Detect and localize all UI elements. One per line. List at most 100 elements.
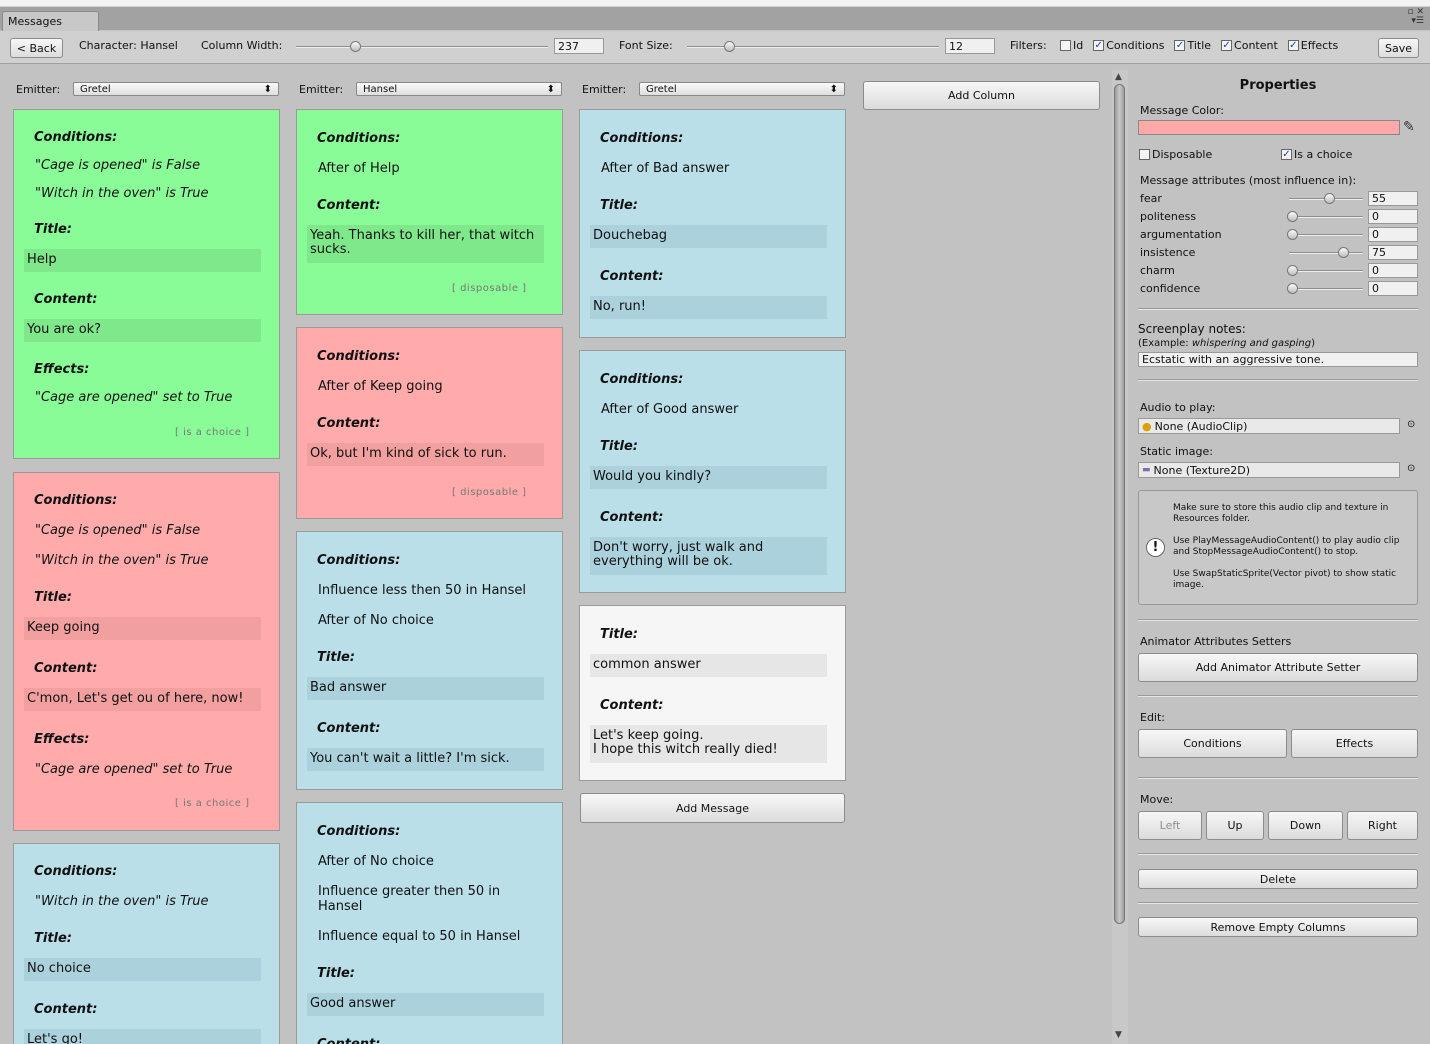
font-size-field[interactable]: 12 bbox=[945, 38, 995, 54]
emitter-dropdown[interactable]: Gretel ⬍ bbox=[73, 82, 279, 96]
content-heading: Content: bbox=[317, 416, 381, 431]
divider bbox=[1138, 619, 1418, 621]
back-button[interactable]: < Back bbox=[10, 38, 63, 58]
disposable-checkbox[interactable] bbox=[1139, 149, 1150, 160]
move-left-button[interactable]: Left bbox=[1138, 811, 1202, 840]
choice-tag: [ is a choice ] bbox=[175, 427, 250, 438]
delete-button[interactable]: Delete bbox=[1138, 869, 1418, 889]
filter-checkbox[interactable]: ✓ bbox=[1221, 40, 1233, 51]
move-right-button[interactable]: Right bbox=[1347, 811, 1418, 840]
attribute-slider-thumb[interactable] bbox=[1287, 265, 1298, 276]
attribute-value-field[interactable]: 55 bbox=[1368, 191, 1418, 206]
message-card[interactable]: Conditions: "Cage is opened" is False "W… bbox=[13, 472, 280, 831]
emitter-label: Emitter: bbox=[582, 83, 627, 96]
is-choice-checkbox[interactable]: ✓ bbox=[1281, 149, 1292, 160]
attribute-value-field[interactable]: 0 bbox=[1368, 209, 1418, 224]
attribute-slider[interactable] bbox=[1289, 234, 1363, 236]
condition-text: After of Help bbox=[318, 161, 400, 176]
audio-field[interactable]: ● None (AudioClip) bbox=[1138, 418, 1400, 434]
message-color-field[interactable] bbox=[1138, 120, 1400, 135]
attribute-slider-thumb[interactable] bbox=[1338, 247, 1349, 258]
filter-checkbox[interactable]: ✓ bbox=[1093, 40, 1105, 51]
column-width-field[interactable]: 237 bbox=[554, 38, 604, 54]
filter-checkbox[interactable] bbox=[1060, 40, 1071, 51]
tab-messages[interactable]: Messages bbox=[2, 11, 99, 31]
attribute-slider[interactable] bbox=[1289, 252, 1363, 254]
window-controls-icon[interactable]: ▫ ✕ ▾☰ bbox=[1407, 8, 1424, 26]
filter-checkbox[interactable]: ✓ bbox=[1287, 40, 1299, 51]
condition-text: Influence less then 50 in Hansel bbox=[318, 583, 527, 598]
message-card[interactable]: Conditions: "Witch in the oven" is True … bbox=[13, 843, 280, 1044]
attribute-value-field[interactable]: 75 bbox=[1368, 245, 1418, 260]
divider bbox=[1138, 853, 1418, 855]
conditions-heading: Conditions: bbox=[600, 372, 684, 387]
filter-conditions[interactable]: ✓ Conditions bbox=[1093, 39, 1164, 52]
screenplay-notes-field[interactable]: Ecstatic with an aggressive tone. bbox=[1138, 352, 1418, 367]
is-choice-toggle[interactable]: ✓ Is a choice bbox=[1281, 148, 1352, 161]
filter-label: Title bbox=[1187, 39, 1212, 52]
save-button[interactable]: Save bbox=[1378, 38, 1419, 58]
message-card[interactable]: Conditions: "Cage is opened" is False "W… bbox=[13, 109, 280, 459]
message-card[interactable]: Conditions: After of No choice Influence… bbox=[296, 802, 563, 1044]
object-picker-icon[interactable]: ⊙ bbox=[1407, 463, 1415, 474]
add-message-button[interactable]: Add Message bbox=[580, 793, 845, 823]
title-box: Keep going bbox=[24, 617, 261, 640]
message-card[interactable]: Conditions: After of Keep going Content:… bbox=[296, 327, 563, 519]
attribute-value-field[interactable]: 0 bbox=[1368, 263, 1418, 278]
content-box: Let's keep going. I hope this witch real… bbox=[590, 725, 827, 763]
column-width-slider-thumb[interactable] bbox=[350, 41, 361, 52]
edit-conditions-button[interactable]: Conditions bbox=[1138, 729, 1287, 758]
add-animator-setter-button[interactable]: Add Animator Attribute Setter bbox=[1138, 653, 1418, 682]
scrollbar-thumb[interactable] bbox=[1114, 84, 1125, 924]
message-card[interactable]: Conditions: After of Bad answer Title: D… bbox=[579, 109, 846, 338]
emitter-dropdown[interactable]: Hansel ⬍ bbox=[356, 82, 562, 96]
filter-content[interactable]: ✓ Content bbox=[1221, 39, 1278, 52]
attribute-value-field[interactable]: 0 bbox=[1368, 227, 1418, 242]
texture-icon: ▬ bbox=[1142, 465, 1151, 475]
title-box: Douchebag bbox=[590, 225, 827, 248]
message-card[interactable]: Conditions: After of Good answer Title: … bbox=[579, 350, 846, 593]
move-down-button[interactable]: Down bbox=[1268, 811, 1343, 840]
scroll-down-icon[interactable]: ▼ bbox=[1115, 1030, 1122, 1040]
image-field[interactable]: ▬ None (Texture2D) bbox=[1138, 462, 1400, 478]
title-heading: Title: bbox=[600, 198, 639, 213]
emitter-dropdown[interactable]: Gretel ⬍ bbox=[639, 82, 845, 96]
is-choice-label: Is a choice bbox=[1294, 148, 1353, 161]
message-card[interactable]: Title: common answer Content: Let's keep… bbox=[579, 605, 846, 781]
attribute-slider-thumb[interactable] bbox=[1324, 193, 1335, 204]
attribute-value-field[interactable]: 0 bbox=[1368, 281, 1418, 296]
filter-title[interactable]: ✓ Title bbox=[1174, 39, 1211, 52]
content-heading: Content: bbox=[34, 292, 98, 307]
filter-effects[interactable]: ✓ Effects bbox=[1287, 39, 1338, 52]
attribute-slider[interactable] bbox=[1289, 270, 1363, 272]
filter-checkbox[interactable]: ✓ bbox=[1174, 40, 1186, 51]
column-width-slider[interactable] bbox=[296, 46, 548, 48]
dropdown-arrow-icon: ⬍ bbox=[546, 83, 555, 95]
attribute-slider[interactable] bbox=[1289, 216, 1363, 218]
eyedropper-icon[interactable]: ✎ bbox=[1403, 119, 1415, 135]
attribute-slider-thumb[interactable] bbox=[1287, 283, 1298, 294]
add-column-button[interactable]: Add Column bbox=[863, 81, 1100, 110]
disposable-toggle[interactable]: Disposable bbox=[1139, 148, 1212, 161]
attribute-slider[interactable] bbox=[1289, 288, 1363, 290]
remove-empty-columns-button[interactable]: Remove Empty Columns bbox=[1138, 917, 1418, 937]
message-color-label: Message Color: bbox=[1140, 104, 1224, 117]
move-up-button[interactable]: Up bbox=[1206, 811, 1264, 840]
conditions-heading: Conditions: bbox=[600, 131, 684, 146]
attribute-slider-thumb[interactable] bbox=[1287, 211, 1298, 222]
font-size-slider-thumb[interactable] bbox=[724, 41, 735, 52]
content-box: Ok, but I'm kind of sick to run. bbox=[307, 443, 544, 466]
message-card[interactable]: Conditions: After of Help Content: Yeah.… bbox=[296, 109, 563, 315]
filter-id[interactable]: Id bbox=[1060, 39, 1083, 52]
object-picker-icon[interactable]: ⊙ bbox=[1407, 419, 1415, 430]
content-box: No, run! bbox=[590, 296, 827, 319]
condition-text: "Cage is opened" is False bbox=[35, 523, 201, 538]
condition-text: After of Keep going bbox=[318, 379, 443, 394]
edit-effects-button[interactable]: Effects bbox=[1291, 729, 1418, 758]
content-heading: Content: bbox=[317, 198, 381, 213]
title-box: Would you kindly? bbox=[590, 466, 827, 489]
conditions-heading: Conditions: bbox=[317, 824, 401, 839]
scroll-up-icon[interactable]: ▲ bbox=[1115, 72, 1122, 82]
message-card[interactable]: Conditions: Influence less then 50 in Ha… bbox=[296, 531, 563, 790]
attribute-slider-thumb[interactable] bbox=[1287, 229, 1298, 240]
